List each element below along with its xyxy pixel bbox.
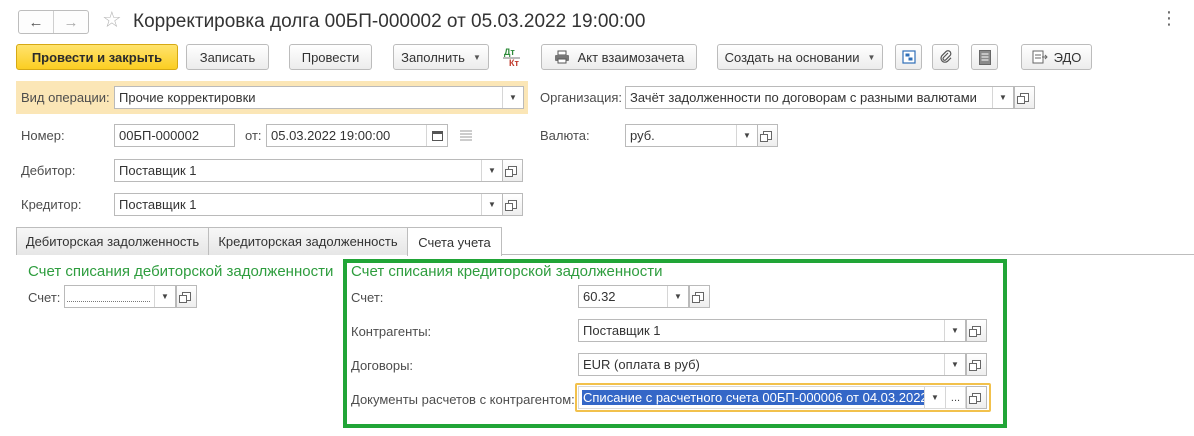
documents-label: Документы расчетов с контрагентом: [351, 392, 575, 407]
organization-select[interactable]: Зачёт задолженности по договорам с разны… [625, 86, 1014, 109]
kt-label: Кт [509, 58, 519, 68]
contracts-open-icon[interactable] [966, 353, 987, 376]
create-based-on-label: Создать на основании [724, 49, 860, 65]
chevron-down-icon: ▼ [867, 52, 876, 62]
chevron-down-icon[interactable]: ▼ [944, 354, 965, 375]
chevron-down-icon[interactable]: ▼ [481, 194, 502, 215]
comment-icon[interactable] [459, 129, 473, 144]
post-and-close-button[interactable]: Провести и закрыть [16, 44, 178, 70]
save-button[interactable]: Записать [186, 44, 269, 70]
creditor-select[interactable]: Поставщик 1 ▼ [114, 193, 503, 216]
debtor-value: Поставщик 1 [119, 163, 197, 178]
credit-account-select[interactable]: 60.32 ▼ [578, 285, 689, 308]
operation-type-select[interactable]: Прочие корректировки ▼ [114, 86, 524, 109]
currency-open-icon[interactable] [757, 124, 778, 147]
contracts-select[interactable]: EUR (оплата в руб) ▼ [578, 353, 966, 376]
chevron-down-icon[interactable]: ▼ [667, 286, 688, 307]
debtor-label: Дебитор: [21, 163, 76, 178]
currency-label: Валюта: [540, 128, 590, 143]
chevron-down-icon[interactable]: ▼ [992, 87, 1013, 108]
fill-button-label: Заполнить [401, 49, 465, 65]
tab-payables[interactable]: Кредиторская задолженность [208, 227, 408, 255]
tab-accounts[interactable]: Счета учета [407, 227, 502, 256]
debtor-select[interactable]: Поставщик 1 ▼ [114, 159, 503, 182]
credit-account-label: Счет: [351, 290, 384, 305]
organization-value: Зачёт задолженности по договорам с разны… [630, 90, 977, 105]
counterparties-value: Поставщик 1 [583, 323, 661, 338]
edo-icon [1032, 50, 1048, 64]
forward-arrow-icon[interactable]: → [53, 11, 88, 33]
debit-account-select[interactable]: ▼ [64, 285, 176, 308]
date-value: 05.03.2022 19:00:00 [271, 128, 391, 143]
documents-select[interactable]: Списание с расчетного счета 00БП-000006 … [578, 386, 966, 409]
chevron-down-icon[interactable]: ▼ [944, 320, 965, 341]
organization-label: Организация: [540, 90, 623, 105]
creditor-open-icon[interactable] [502, 193, 523, 216]
dt-label: Дт [504, 47, 515, 57]
debit-account-value [67, 288, 150, 302]
structure-icon[interactable] [895, 44, 922, 70]
edo-button[interactable]: ЭДО [1021, 44, 1092, 70]
more-menu-icon[interactable]: ⋮ [1160, 8, 1179, 29]
credit-account-open-icon[interactable] [689, 285, 710, 308]
creditor-label: Кредитор: [21, 197, 82, 212]
debtor-open-icon[interactable] [502, 159, 523, 182]
date-label: от: [245, 128, 262, 143]
favorite-star-icon[interactable]: ☆ [102, 7, 122, 33]
offset-act-label: Акт взаимозачета [577, 49, 685, 65]
creditor-value: Поставщик 1 [119, 197, 197, 212]
navigation-buttons: ← → [18, 10, 89, 34]
counterparties-open-icon[interactable] [966, 319, 987, 342]
number-value: 00БП-000002 [119, 128, 200, 143]
chevron-down-icon[interactable]: ▼ [154, 286, 175, 307]
operation-type-value: Прочие корректировки [119, 90, 256, 105]
credit-account-value: 60.32 [583, 289, 616, 304]
edo-label: ЭДО [1053, 49, 1082, 65]
counterparties-select[interactable]: Поставщик 1 ▼ [578, 319, 966, 342]
chevron-down-icon[interactable]: ▼ [481, 160, 502, 181]
printer-icon [554, 50, 569, 64]
date-field[interactable]: 05.03.2022 19:00:00 [266, 124, 448, 147]
operation-type-label: Вид операции: [21, 90, 110, 105]
chevron-down-icon[interactable]: ▼ [736, 125, 757, 146]
tab-receivables[interactable]: Дебиторская задолженность [16, 227, 209, 255]
document-title: Корректировка долга 00БП-000002 от 05.03… [133, 11, 646, 32]
report-list-icon[interactable] [971, 44, 998, 70]
currency-select[interactable]: руб. ▼ [625, 124, 758, 147]
currency-value: руб. [630, 128, 655, 143]
fill-button[interactable]: Заполнить ▼ [393, 44, 489, 70]
debit-account-label: Счет: [28, 290, 61, 305]
chevron-down-icon[interactable]: ▼ [502, 87, 523, 108]
create-based-on-button[interactable]: Создать на основании ▼ [717, 44, 883, 70]
back-arrow-icon[interactable]: ← [19, 11, 53, 33]
number-label: Номер: [21, 128, 65, 143]
credit-section-title: Счет списания кредиторской задолженности [351, 263, 663, 280]
documents-value-wrap: Списание с расчетного счета 00БП-000006 … [579, 390, 924, 405]
organization-open-icon[interactable] [1014, 86, 1035, 109]
dt-kt-postings-icon[interactable]: Дт Кт [498, 45, 526, 69]
calendar-icon[interactable] [426, 125, 447, 146]
chevron-down-icon: ▼ [472, 52, 481, 62]
contracts-label: Договоры: [351, 358, 414, 373]
number-field[interactable]: 00БП-000002 [114, 124, 235, 147]
ellipsis-icon[interactable]: ... [945, 387, 965, 408]
chevron-down-icon[interactable]: ▼ [924, 387, 945, 408]
contracts-value: EUR (оплата в руб) [583, 357, 700, 372]
debit-account-open-icon[interactable] [176, 285, 197, 308]
debit-section-title: Счет списания дебиторской задолженности [28, 263, 334, 280]
offset-act-button[interactable]: Акт взаимозачета [541, 44, 697, 70]
documents-value: Списание с расчетного счета 00БП-000006 … [582, 390, 924, 405]
post-button[interactable]: Провести [289, 44, 372, 70]
counterparties-label: Контрагенты: [351, 324, 432, 339]
documents-open-icon[interactable] [966, 386, 987, 409]
paperclip-icon[interactable] [932, 44, 959, 70]
